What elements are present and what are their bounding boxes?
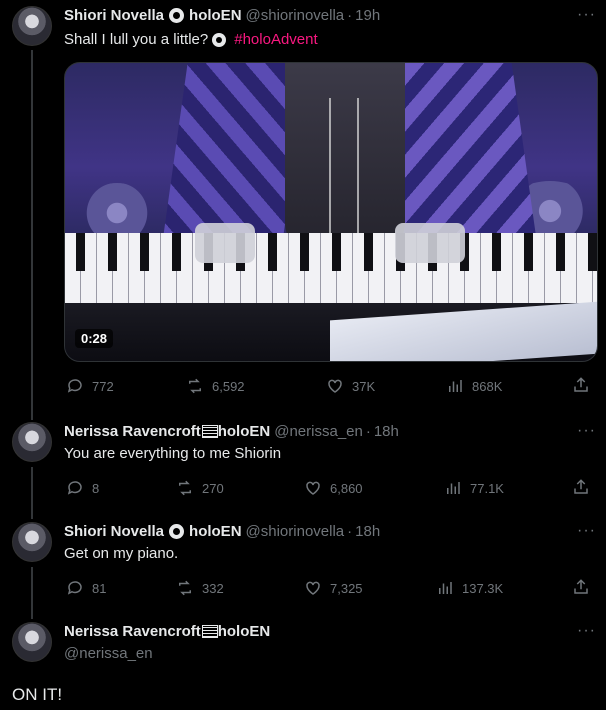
affiliation-flag-icon	[201, 425, 218, 438]
reply-icon	[67, 481, 82, 495]
author-name[interactable]: Nerissa Ravencroft	[64, 423, 201, 440]
author-handle[interactable]: @nerissa_en	[64, 645, 153, 662]
share-icon	[574, 579, 588, 594]
author-org[interactable]: holoEN	[189, 7, 242, 24]
retweet-count: 332	[202, 580, 224, 596]
share-button[interactable]	[572, 478, 590, 499]
separator-dot: ·	[347, 7, 353, 24]
views-button[interactable]: 77.1K	[444, 478, 504, 498]
tweet-header: Nerissa Ravencroft holoEN	[64, 623, 270, 640]
author-handle[interactable]: @shiorinovella	[246, 523, 345, 540]
author-handle[interactable]: @nerissa_en	[274, 423, 363, 440]
heart-icon	[306, 481, 320, 495]
like-count: 7,325	[330, 580, 363, 596]
tweet-header: Shiori Novella holoEN @shiorinovella · 1…	[64, 523, 380, 540]
heart-icon	[328, 379, 342, 393]
action-bar: 8 270 6,860 77.1K	[64, 478, 598, 498]
affiliation-flag-icon	[201, 625, 218, 638]
like-button[interactable]: 7,325	[304, 578, 363, 598]
action-bar: 772 6,592 37K 868K	[64, 376, 598, 396]
author-org[interactable]: holoEN	[218, 623, 271, 640]
author-name[interactable]: Nerissa Ravencroft	[64, 623, 201, 640]
tweet-text-body: You are everything to me Shiorin	[64, 445, 282, 462]
thread-line	[31, 567, 33, 619]
author-name[interactable]: Shiori Novella	[64, 7, 164, 24]
tweet-text-body: Get on my piano.	[64, 545, 179, 562]
tweet-header: Nerissa Ravencroft holoEN @nerissa_en · …	[64, 423, 399, 440]
hand-left	[195, 223, 255, 263]
views-chart-icon	[449, 380, 462, 392]
like-button[interactable]: 37K	[326, 376, 375, 396]
author-org[interactable]: holoEN	[218, 423, 271, 440]
views-button[interactable]: 868K	[446, 376, 502, 396]
more-options-icon[interactable]: ···	[577, 422, 596, 440]
hashtag-link[interactable]: #holoAdvent	[234, 31, 317, 48]
reply-button[interactable]: 81	[66, 578, 106, 598]
video-media[interactable]: 0:28	[64, 62, 598, 362]
author-org[interactable]: holoEN	[189, 523, 242, 540]
retweet-button[interactable]: 270	[176, 478, 224, 498]
author-handle[interactable]: @shiorinovella	[246, 7, 345, 24]
share-button[interactable]	[572, 578, 590, 599]
affiliation-badge-icon	[169, 8, 185, 23]
character-bow	[329, 98, 359, 238]
more-options-icon[interactable]: ···	[577, 6, 596, 24]
retweet-count: 270	[202, 480, 224, 496]
views-chart-icon	[447, 482, 460, 494]
avatar[interactable]	[12, 422, 52, 462]
avatar[interactable]	[12, 6, 52, 46]
reply-count: 8	[92, 480, 100, 496]
view-count: 137.3K	[462, 580, 504, 596]
emoji-badge-icon	[212, 32, 227, 47]
reply-button[interactable]: 8	[66, 478, 99, 498]
author-name[interactable]: Shiori Novella	[64, 523, 164, 540]
tweet-text-body: ON IT!	[12, 685, 63, 704]
share-button[interactable]	[572, 376, 590, 397]
more-options-icon[interactable]: ···	[577, 522, 596, 540]
reply-icon	[67, 581, 82, 595]
share-icon	[574, 377, 588, 392]
avatar[interactable]	[12, 522, 52, 562]
retweet-icon	[179, 480, 191, 496]
like-count: 37K	[352, 378, 376, 394]
hand-right	[395, 223, 465, 263]
tweet-text: You are everything to me Shiorin	[64, 445, 281, 462]
thread-line	[31, 50, 33, 420]
reply-count: 81	[92, 580, 107, 596]
retweet-icon	[189, 378, 201, 394]
affiliation-badge-icon	[169, 524, 185, 539]
views-button[interactable]: 137.3K	[436, 578, 503, 598]
reply-count: 772	[92, 378, 114, 394]
retweet-button[interactable]: 332	[176, 578, 224, 598]
separator-dot: ·	[365, 423, 371, 440]
avatar[interactable]	[12, 622, 52, 662]
separator-dot: ·	[347, 523, 353, 540]
reply-icon	[67, 379, 82, 393]
timestamp[interactable]: 18h	[374, 423, 399, 440]
more-options-icon[interactable]: ···	[577, 622, 596, 640]
timestamp[interactable]: 19h	[355, 7, 380, 24]
retweet-button[interactable]: 6,592	[186, 376, 245, 396]
tweet-text: Shall I lull you a little? #holoAdvent	[64, 31, 318, 48]
tweet-header: Shiori Novella holoEN @shiorinovella · 1…	[64, 7, 380, 24]
action-bar: 81 332 7,325 137.3K	[64, 578, 598, 598]
like-button[interactable]: 6,860	[304, 478, 363, 498]
retweet-icon	[179, 580, 191, 596]
tweet-text: Get on my piano.	[64, 545, 178, 562]
view-count: 77.1K	[470, 480, 504, 496]
retweet-count: 6,592	[212, 378, 245, 394]
tweet-text-body: Shall I lull you a little?	[64, 31, 209, 48]
heart-icon	[306, 581, 320, 595]
views-chart-icon	[439, 582, 452, 594]
thread-line	[31, 467, 33, 519]
timestamp[interactable]: 18h	[355, 523, 380, 540]
reply-button[interactable]: 772	[66, 376, 114, 396]
piano-black-keys	[65, 233, 597, 271]
like-count: 6,860	[330, 480, 363, 496]
view-count: 868K	[472, 378, 503, 394]
share-icon	[574, 479, 588, 494]
video-duration: 0:28	[75, 329, 114, 348]
